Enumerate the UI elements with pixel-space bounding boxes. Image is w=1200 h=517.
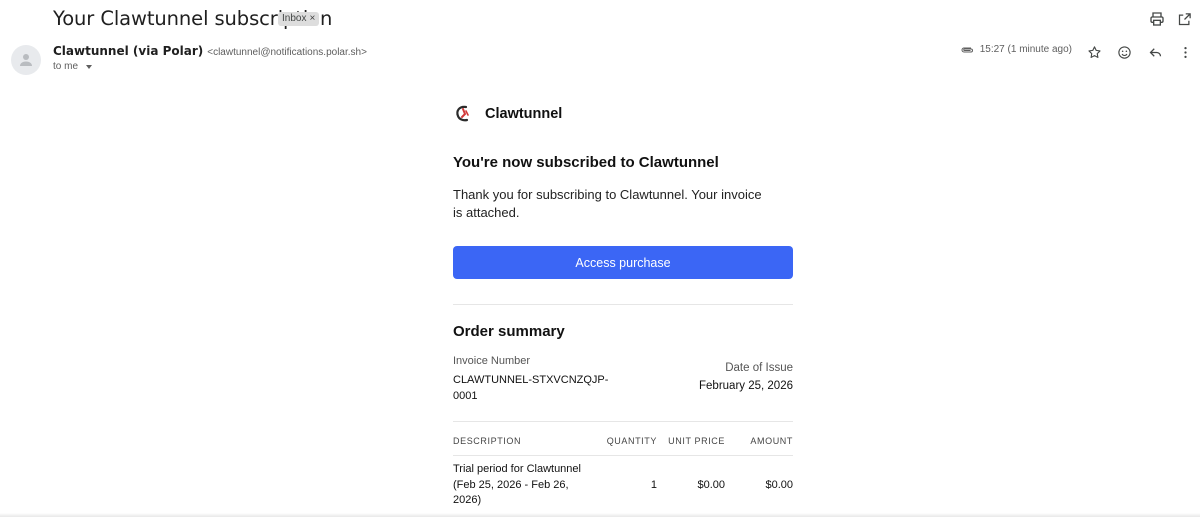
paperclip-icon bbox=[961, 47, 973, 52]
column-header-quantity: QUANTITY bbox=[606, 436, 657, 446]
bottom-edge bbox=[0, 513, 1200, 517]
invoice-number-label: Invoice Number bbox=[453, 355, 531, 367]
section-divider bbox=[453, 304, 793, 305]
recipient-line: to me bbox=[53, 61, 93, 72]
email-heading: You're now subscribed to Clawtunnel bbox=[453, 154, 719, 171]
brand-name: Clawtunnel bbox=[485, 106, 563, 122]
sender-email: <clawtunnel@notifications.polar.sh> bbox=[207, 47, 367, 58]
date-of-issue-value: February 25, 2026 bbox=[699, 380, 793, 392]
recipient-label: to me bbox=[53, 61, 79, 72]
more-vertical-icon[interactable] bbox=[1176, 43, 1194, 61]
message-meta: 15:27 (1 minute ago) bbox=[960, 44, 1072, 55]
table-divider bbox=[453, 455, 793, 456]
sender-name[interactable]: Clawtunnel (via Polar) bbox=[53, 44, 203, 58]
inbox-label-chip[interactable]: Inbox × bbox=[278, 12, 320, 26]
email-lead-text: Thank you for subscribing to Clawtunnel.… bbox=[453, 187, 762, 220]
sender-line: Clawtunnel (via Polar) <clawtunnel@notif… bbox=[53, 44, 367, 58]
order-summary-title: Order summary bbox=[453, 323, 565, 340]
open-in-new-window-icon[interactable] bbox=[1175, 10, 1193, 28]
reply-icon[interactable] bbox=[1146, 43, 1164, 61]
column-header-amount: AMOUNT bbox=[750, 436, 793, 446]
section-divider bbox=[453, 421, 793, 422]
line-item-amount: $0.00 bbox=[765, 479, 793, 491]
column-header-unit-price: UNIT PRICE bbox=[668, 436, 725, 446]
remove-label-icon[interactable]: × bbox=[309, 12, 315, 26]
line-item-unit-price: $0.00 bbox=[697, 479, 725, 491]
star-icon[interactable] bbox=[1085, 43, 1103, 61]
invoice-number-value: CLAWTUNNEL-STXVCNZQJP-0001 bbox=[453, 374, 609, 402]
emoji-icon[interactable] bbox=[1115, 43, 1133, 61]
clawtunnel-logo-icon bbox=[456, 105, 469, 122]
brand-header: Clawtunnel bbox=[453, 104, 562, 124]
print-icon[interactable] bbox=[1148, 10, 1166, 28]
line-item-quantity: 1 bbox=[650, 479, 657, 491]
access-purchase-button[interactable]: Access purchase bbox=[453, 246, 793, 279]
message-timestamp: 15:27 (1 minute ago) bbox=[979, 44, 1072, 55]
date-of-issue-label: Date of Issue bbox=[725, 362, 793, 374]
inbox-label-text: Inbox bbox=[282, 13, 307, 24]
show-details-chevron-icon[interactable] bbox=[86, 64, 93, 69]
person-icon bbox=[20, 54, 32, 66]
column-header-description: DESCRIPTION bbox=[453, 436, 522, 446]
sender-avatar[interactable] bbox=[11, 45, 41, 75]
line-item-description: Trial period for Clawtunnel (Feb 25, 202… bbox=[453, 463, 581, 506]
